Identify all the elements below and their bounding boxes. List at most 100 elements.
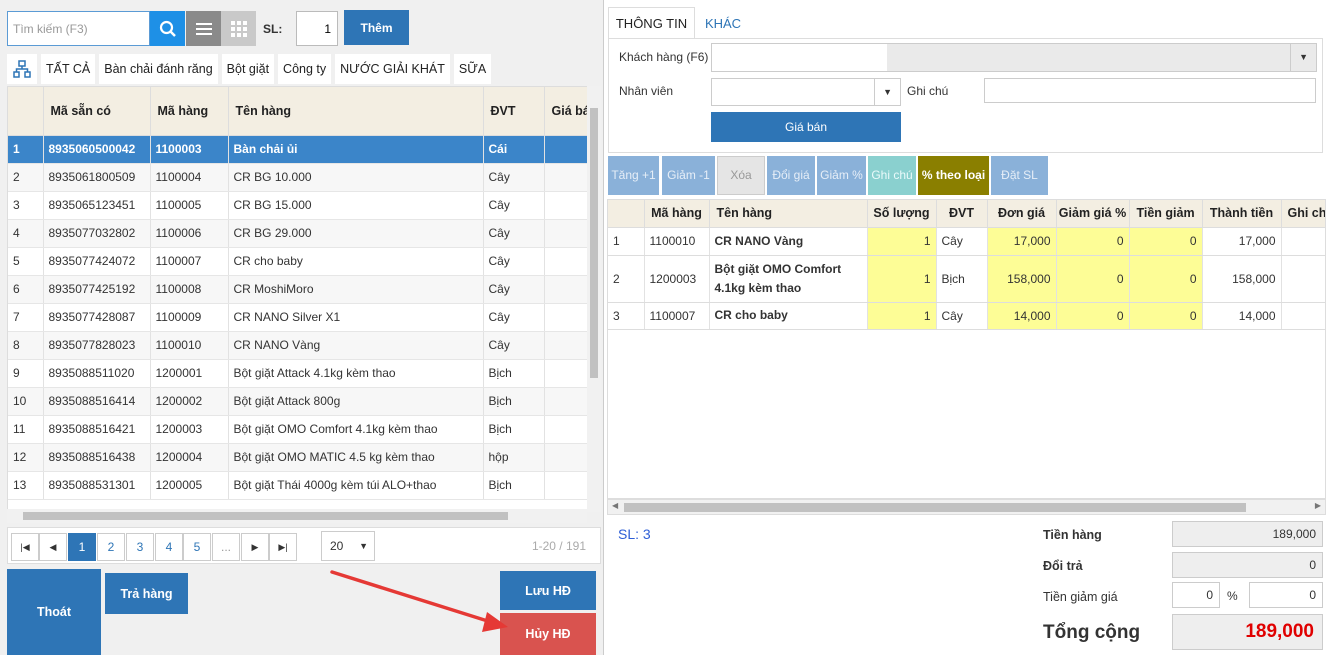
category-milk[interactable]: SỮA xyxy=(453,54,492,84)
cell-price[interactable]: 14,000 xyxy=(987,302,1057,330)
grand-total-value: 189,000 xyxy=(1172,614,1323,650)
prev-page-button[interactable]: ◀ xyxy=(39,533,67,561)
table-row[interactable]: 589350774240721100007CR cho babyCây1 xyxy=(8,247,600,276)
cell-unit: Cây xyxy=(483,219,545,248)
tab-info[interactable]: THÔNG TIN xyxy=(608,7,695,39)
price-list-button[interactable]: Giá bán xyxy=(711,112,901,142)
last-page-button[interactable]: ▶| xyxy=(269,533,297,561)
table-row[interactable]: 11 8935088516421 1200003 Bột giặt OMO Comfo… xyxy=(8,415,600,444)
category-toothbrush[interactable]: Bàn chải đánh răng xyxy=(99,54,218,84)
table-row[interactable]: 889350778280231100010CR NANO VàngCây1 xyxy=(8,331,600,360)
discount-percent-input[interactable]: 0 xyxy=(1172,582,1220,608)
cell-qty[interactable]: 1 xyxy=(867,302,937,330)
table-row[interactable]: 389350651234511100005CR BG 15.000Cây1 xyxy=(8,191,600,220)
cell-qty[interactable]: 1 xyxy=(867,227,937,256)
column-header[interactable]: Giảm giá % xyxy=(1056,200,1130,228)
cell-disc[interactable]: 0 xyxy=(1129,302,1203,330)
next-page-button[interactable]: ▶ xyxy=(241,533,269,561)
column-header[interactable]: Ghi ch xyxy=(1281,200,1325,228)
category-detergent[interactable]: Bột giặt xyxy=(221,54,275,84)
page-size-select[interactable]: 20 ▼ xyxy=(321,531,375,561)
category-drinks[interactable]: NƯỚC GIẢI KHÁT xyxy=(335,54,450,84)
category-all[interactable]: TẤT CẢ xyxy=(41,54,96,84)
search-button[interactable] xyxy=(150,11,185,46)
discount-amount-input[interactable]: 0 xyxy=(1249,582,1323,608)
grid-view-button[interactable] xyxy=(221,11,256,46)
save-invoice-button[interactable]: Lưu HĐ xyxy=(500,571,596,610)
cell-barcode: 8935077828023 xyxy=(43,331,151,360)
page-button[interactable]: 1 xyxy=(68,533,96,561)
staff-select[interactable]: ▼ xyxy=(711,78,901,106)
scroll-right-icon[interactable]: ▶ xyxy=(1315,501,1321,510)
column-header[interactable]: Tên hàng xyxy=(228,87,484,136)
cell-price[interactable]: 17,000 xyxy=(987,227,1057,256)
category-tree-icon[interactable] xyxy=(7,54,37,84)
cell-qty[interactable]: 1 xyxy=(867,255,937,303)
return-button[interactable]: Trả hàng xyxy=(105,573,188,614)
add-button[interactable]: Thêm xyxy=(344,10,409,45)
delete-button[interactable]: Xóa xyxy=(717,156,765,195)
search-input[interactable] xyxy=(7,11,150,46)
page-button[interactable]: 5 xyxy=(183,533,211,561)
table-header-row: Mã hàng Tên hàng Số lượng ĐVT Đơn giá Gi… xyxy=(608,200,1325,228)
note-input[interactable] xyxy=(984,78,1316,103)
column-header[interactable]: Mã hàng xyxy=(150,87,229,136)
cell-barcode: 8935065123451 xyxy=(43,191,151,220)
note-button[interactable]: Ghi chú xyxy=(868,156,916,195)
table-row[interactable]: 1 8935060500042 1100003 Bàn chải ủi Cái xyxy=(8,135,600,164)
percent-by-type-button[interactable]: % theo loại xyxy=(918,156,989,195)
quantity-input[interactable] xyxy=(296,11,338,46)
cancel-invoice-button[interactable]: Hủy HĐ xyxy=(500,613,596,655)
table-row[interactable]: 10 8935088516414 1200002 Bột giặt Attack 80… xyxy=(8,387,600,416)
cell-name: CR NANO Silver X1 xyxy=(228,303,484,332)
table-row[interactable]: 7 8935077428087 1100009 CR NANO Silver X1 Câ… xyxy=(8,303,600,332)
column-header[interactable]: Thành tiền xyxy=(1202,200,1282,228)
decrease-button[interactable]: Giảm -1 xyxy=(662,156,715,195)
tab-other[interactable]: KHÁC xyxy=(698,7,748,39)
table-row[interactable]: 289350618005091100004CR BG 10.000Cây1 xyxy=(8,163,600,192)
column-header[interactable]: Số lượng xyxy=(867,200,937,228)
column-header[interactable]: Mã hàng xyxy=(644,200,710,228)
table-row[interactable]: 12 8935088516438 1200004 Bột giặt OMO MATIC… xyxy=(8,443,600,472)
cell-disc_pct[interactable]: 0 xyxy=(1056,302,1130,330)
cell-unit: Cây xyxy=(483,163,545,192)
column-header[interactable]: Mã sẵn có xyxy=(43,87,151,136)
list-view-button[interactable] xyxy=(186,11,221,46)
cell-name: CR NANO Vàng xyxy=(228,331,484,360)
column-header[interactable]: ĐVT xyxy=(483,87,545,136)
table-row[interactable]: 13 8935088531301 1200005 Bột giặt Thái 4000… xyxy=(8,471,600,500)
set-quantity-button[interactable]: Đặt SL xyxy=(991,156,1048,195)
exit-button[interactable]: Thoát xyxy=(7,569,101,655)
horizontal-scrollbar[interactable] xyxy=(7,509,587,523)
column-header[interactable]: ĐVT xyxy=(936,200,988,228)
cell-unit: Bịch xyxy=(483,387,545,416)
horizontal-scrollbar[interactable]: ◀ ▶ xyxy=(607,499,1326,515)
page-button[interactable]: 2 xyxy=(97,533,125,561)
cell-disc[interactable]: 0 xyxy=(1129,227,1203,256)
cell-disc[interactable]: 0 xyxy=(1129,255,1203,303)
page-button[interactable]: 3 xyxy=(126,533,154,561)
vertical-scrollbar[interactable] xyxy=(587,86,601,512)
table-row[interactable]: 489350770328021100006CR BG 29.000Cây2 xyxy=(8,219,600,248)
column-header[interactable]: Tiền giảm xyxy=(1129,200,1203,228)
first-page-button[interactable]: |◀ xyxy=(11,533,39,561)
cell-n: 10 xyxy=(8,387,44,416)
page-button[interactable]: 4 xyxy=(155,533,183,561)
category-company[interactable]: Công ty xyxy=(278,54,332,84)
cell-disc_pct[interactable]: 0 xyxy=(1056,255,1130,303)
cell-unit: Bịch xyxy=(483,415,545,444)
increase-button[interactable]: Tăng +1 xyxy=(608,156,659,195)
change-price-button[interactable]: Đổi giá xyxy=(767,156,815,195)
table-row[interactable]: 1 1100010 CR NANO Vàng 1 Cây 17,000 0 0 17,000 xyxy=(608,227,1325,256)
table-row[interactable]: 689350774251921100008CR MoshiMoroCây2 xyxy=(8,275,600,304)
table-row[interactable]: 3 1100007 CR cho baby 1 Cây 14,000 0 0 14,000 xyxy=(608,302,1325,330)
column-header[interactable]: Đơn giá xyxy=(987,200,1057,228)
cell-disc_pct[interactable]: 0 xyxy=(1056,227,1130,256)
discount-percent-button[interactable]: Giảm % xyxy=(817,156,866,195)
column-header[interactable]: Tên hàng xyxy=(709,200,868,228)
table-row[interactable]: 2 1200003 Bột giặt OMO Comfort 4.1kg kèm t… xyxy=(608,255,1325,303)
customer-select[interactable]: ▼ xyxy=(711,43,1317,72)
scroll-left-icon[interactable]: ◀ xyxy=(612,501,618,510)
table-row[interactable]: 9 8935088511020 1200001 Bột giặt Attack 4.1… xyxy=(8,359,600,388)
cell-price[interactable]: 158,000 xyxy=(987,255,1057,303)
